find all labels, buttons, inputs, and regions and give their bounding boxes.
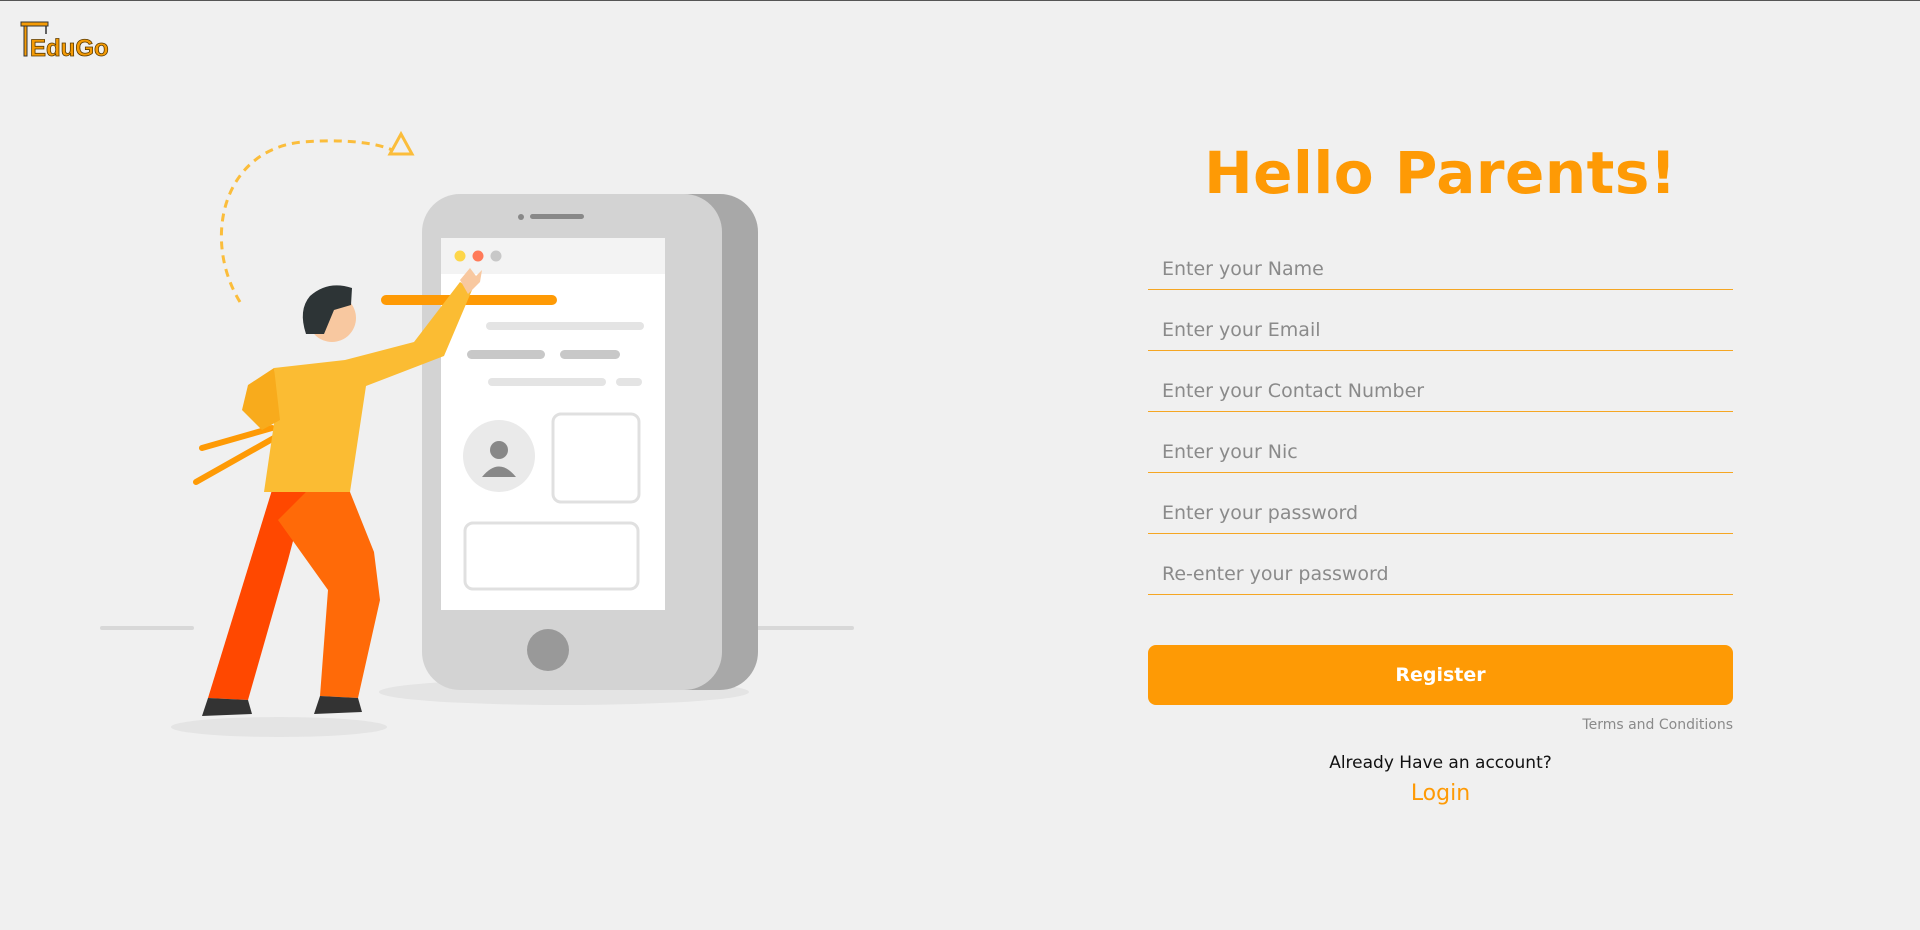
nic-input[interactable] <box>1148 432 1733 472</box>
register-button[interactable]: Register <box>1148 645 1733 705</box>
terms-link[interactable]: Terms and Conditions <box>1148 717 1733 733</box>
email-field <box>1148 291 1733 351</box>
logo-text: EduGo <box>30 35 109 60</box>
page-title: Hello Parents! <box>1204 139 1677 207</box>
already-have-account-text: Already Have an account? <box>1329 753 1552 773</box>
register-form: Hello Parents! Register Terms and Condit… <box>1148 130 1733 806</box>
password-input[interactable] <box>1148 493 1733 533</box>
repassword-input[interactable] <box>1148 554 1733 594</box>
password-field <box>1148 474 1733 534</box>
name-field <box>1148 230 1733 290</box>
graduation-cap-icon: EduGo <box>20 21 109 62</box>
login-link[interactable]: Login <box>1148 781 1733 806</box>
nic-field <box>1148 413 1733 473</box>
name-input[interactable] <box>1148 249 1733 289</box>
top-border <box>0 0 1920 1</box>
email-input[interactable] <box>1148 310 1733 350</box>
repassword-field <box>1148 535 1733 595</box>
contact-number-field <box>1148 352 1733 412</box>
edugo-logo[interactable]: EduGo <box>20 18 120 62</box>
person-with-phone-illustration <box>62 120 892 750</box>
contact-number-input[interactable] <box>1148 371 1733 411</box>
